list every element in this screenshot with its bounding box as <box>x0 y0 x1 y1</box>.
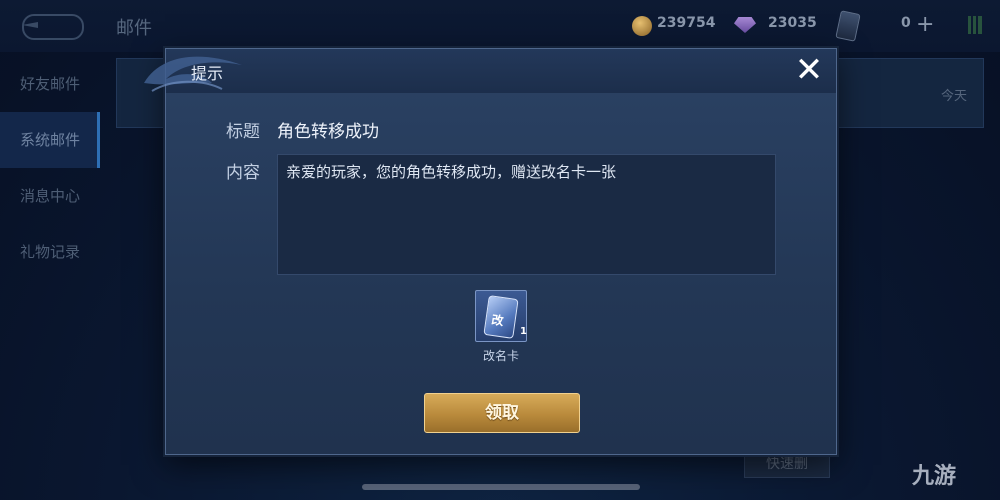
screen-title: 邮件 <box>116 18 152 39</box>
mail-detail-dialog: 提示 ✕ 标题 角色转移成功 内容 亲爱的玩家，您的角色转移成功，赠送改名卡一张… <box>144 48 837 455</box>
item-count: 1 <box>520 326 527 337</box>
close-icon[interactable]: ✕ <box>792 53 826 87</box>
gem-amount: 23035 <box>768 15 817 31</box>
card-amount: 0 <box>901 15 911 31</box>
dialog-title: 提示 <box>191 64 224 83</box>
back-icon[interactable] <box>22 14 84 40</box>
subject-label: 标题 <box>226 122 260 142</box>
content-label: 内容 <box>226 163 260 183</box>
gold-coin-icon <box>632 16 652 36</box>
home-indicator[interactable] <box>362 484 640 490</box>
sidebar-item-gift-record[interactable]: 礼物记录 <box>0 224 100 280</box>
gold-amount: 239754 <box>657 15 716 31</box>
item-icon-char: 改 <box>490 312 505 329</box>
sidebar-item-message-center[interactable]: 消息中心 <box>0 168 100 224</box>
subject-value: 角色转移成功 <box>277 122 379 142</box>
sidebar-item-system-mail[interactable]: 系统邮件 <box>0 112 100 168</box>
dialog-header: 提示 ✕ <box>144 49 836 93</box>
plus-icon[interactable]: + <box>916 12 934 37</box>
item-name: 改名卡 <box>482 349 519 363</box>
card-icon <box>835 10 861 42</box>
content-text: 亲爱的玩家，您的角色转移成功，赠送改名卡一张 <box>286 163 617 181</box>
gem-icon <box>734 17 756 33</box>
mail-date: 今天 <box>940 89 967 104</box>
rename-card-item[interactable]: 改 1 <box>475 290 527 342</box>
rename-card-icon: 改 <box>483 295 519 339</box>
sidebar-item-friend-mail[interactable]: 好友邮件 <box>0 56 100 112</box>
content-box: 亲爱的玩家，您的角色转移成功，赠送改名卡一张 <box>277 154 776 275</box>
signal-icon <box>968 16 982 34</box>
watermark-logo: 九游 <box>912 464 957 489</box>
claim-button[interactable]: 领取 <box>424 393 580 433</box>
sidebar: 好友邮件 系统邮件 消息中心 礼物记录 <box>0 56 100 500</box>
